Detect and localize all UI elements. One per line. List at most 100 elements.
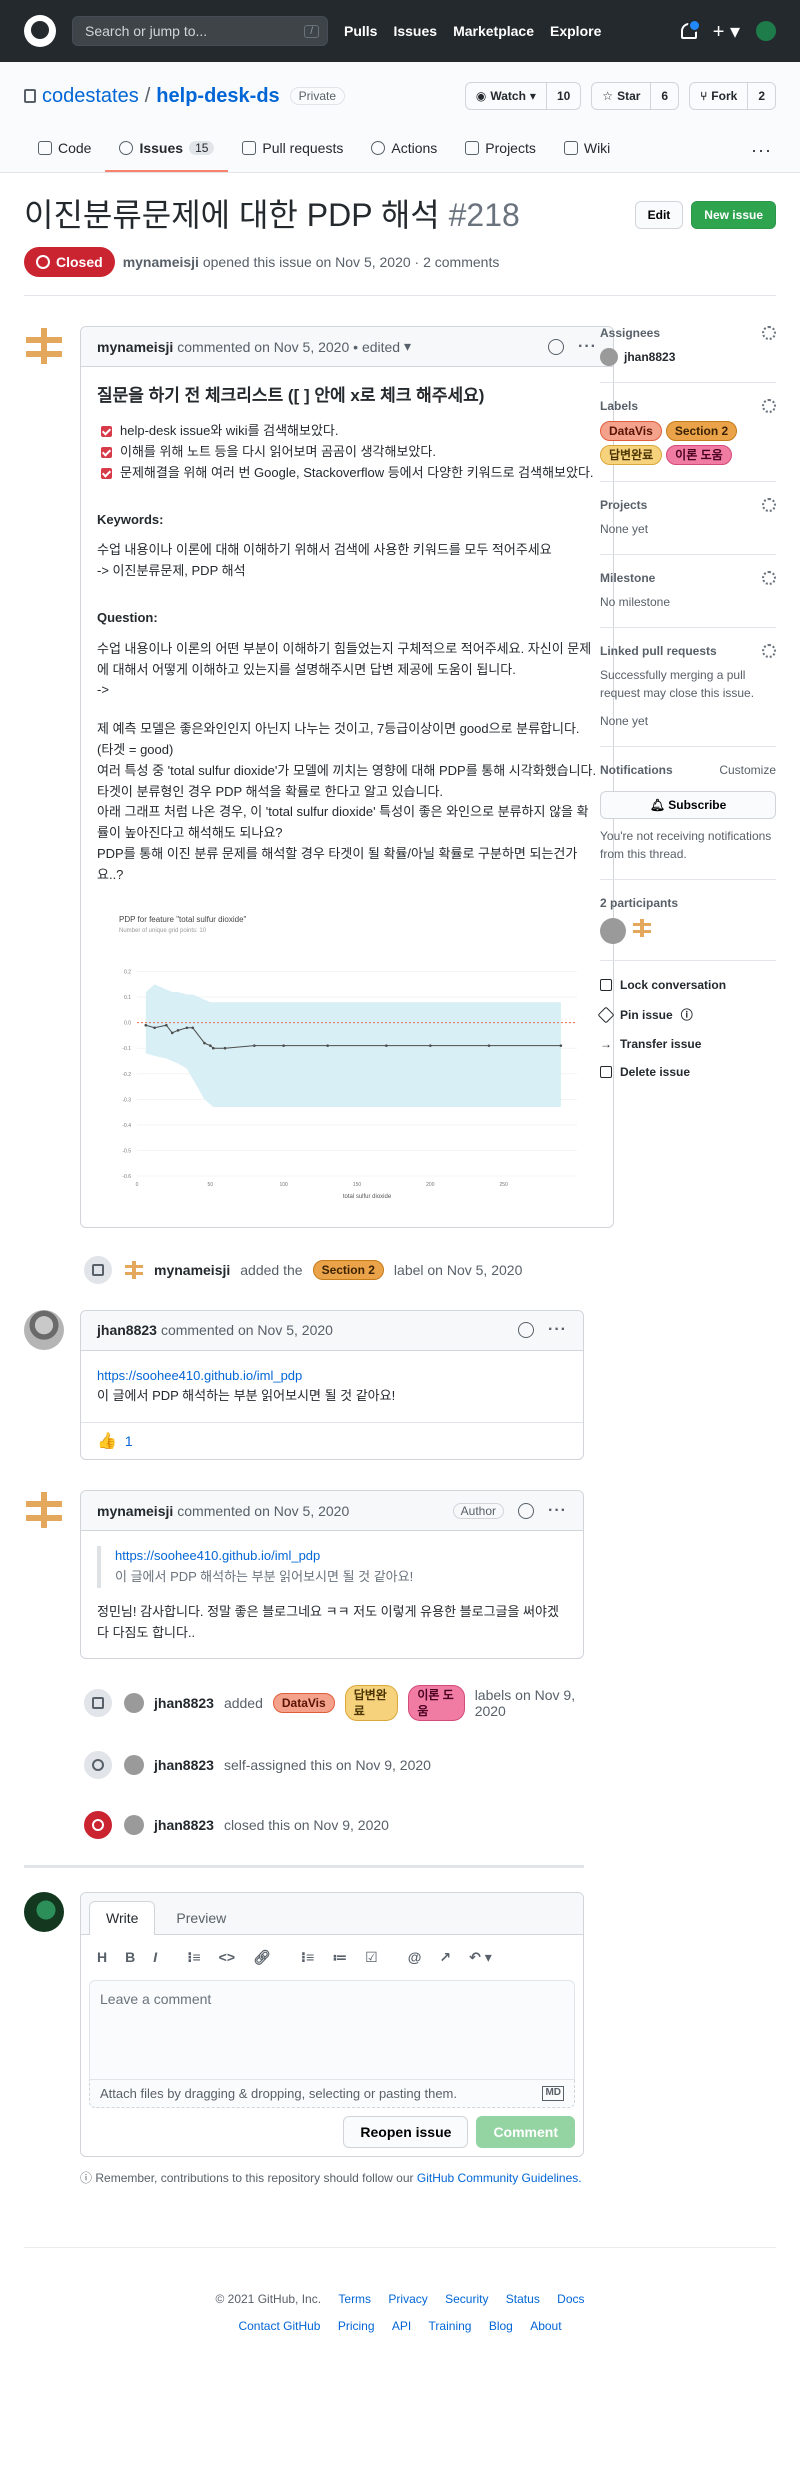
footer-link-status[interactable]: Status	[506, 2292, 540, 2306]
notifications-bell-icon[interactable]	[680, 19, 701, 39]
tab-actions[interactable]: Actions	[357, 130, 451, 172]
comment-author-link[interactable]: mynameisji	[97, 339, 173, 355]
fork-button[interactable]: ⑂ Fork 2	[689, 82, 776, 110]
reply-icon[interactable]: ↶ ▾	[469, 1949, 492, 1966]
comment-options-icon[interactable]: ···	[548, 1502, 567, 1520]
new-issue-button[interactable]: New issue	[691, 201, 776, 229]
footer-link-pricing[interactable]: Pricing	[338, 2319, 375, 2333]
quoted-link[interactable]: https://soohee410.github.io/iml_pdp	[115, 1548, 320, 1563]
tab-pull-requests[interactable]: Pull requests	[228, 130, 357, 172]
nav-marketplace[interactable]: Marketplace	[453, 23, 534, 39]
label-datavis[interactable]: DataVis	[600, 421, 662, 441]
gear-icon[interactable]	[762, 498, 776, 512]
repo-name-link[interactable]: help-desk-ds	[156, 85, 279, 108]
quote-icon[interactable]: ⁝≡	[187, 1949, 201, 1966]
avatar[interactable]	[124, 1755, 144, 1776]
reaction-count[interactable]: 1	[125, 1433, 133, 1449]
comment-meta[interactable]: commented on Nov 5, 2020 • edited	[177, 339, 400, 355]
link-icon[interactable]: 🔗︎	[253, 1949, 271, 1966]
footer-link-privacy[interactable]: Privacy	[388, 2292, 427, 2306]
markdown-icon[interactable]: MD	[542, 2086, 564, 2102]
footer-link-blog[interactable]: Blog	[489, 2319, 513, 2333]
footer-link-security[interactable]: Security	[445, 2292, 488, 2306]
heading-icon[interactable]: H	[97, 1949, 107, 1966]
tab-wiki[interactable]: Wiki	[550, 130, 624, 172]
footer-link-docs[interactable]: Docs	[557, 2292, 584, 2306]
assignee-link[interactable]: jhan8823	[624, 350, 675, 364]
comment-author-link[interactable]: mynameisji	[97, 1503, 173, 1519]
footer-link-about[interactable]: About	[530, 2319, 561, 2333]
nav-issues[interactable]: Issues	[393, 23, 437, 39]
comment-author-link[interactable]: jhan8823	[97, 1322, 157, 1338]
avatar[interactable]	[124, 1815, 144, 1836]
delete-issue-link[interactable]: Delete issue	[600, 1058, 776, 1086]
italic-icon[interactable]: I	[153, 1949, 157, 1966]
comment-options-icon[interactable]: ···	[578, 338, 597, 356]
cross-reference-icon[interactable]: ↗	[439, 1949, 451, 1966]
add-reaction-icon[interactable]	[548, 338, 565, 355]
gear-icon[interactable]	[762, 644, 776, 658]
nav-pulls[interactable]: Pulls	[344, 23, 377, 39]
nav-explore[interactable]: Explore	[550, 23, 601, 39]
customize-link[interactable]: Customize	[719, 763, 776, 777]
watch-button[interactable]: ◉ Watch ▾ 10	[464, 82, 582, 110]
fork-count[interactable]: 2	[748, 89, 775, 103]
footer-link-api[interactable]: API	[392, 2319, 411, 2333]
tab-preview[interactable]: Preview	[159, 1901, 243, 1934]
label-datavis[interactable]: DataVis	[272, 1693, 335, 1714]
avatar[interactable]	[124, 1693, 144, 1714]
code-icon[interactable]: <>	[219, 1949, 235, 1966]
event-actor-link[interactable]: jhan8823	[154, 1757, 214, 1773]
label-section-2[interactable]: Section 2	[312, 1259, 384, 1280]
mention-icon[interactable]: @	[408, 1949, 422, 1966]
comment-button[interactable]: Comment	[476, 2116, 575, 2149]
comment-textarea[interactable]: Leave a comment	[89, 1980, 575, 2081]
label-theory-help[interactable]: 이론 도움	[408, 1685, 465, 1722]
task-list-icon[interactable]: ☑	[365, 1949, 378, 1966]
star-count[interactable]: 6	[651, 89, 678, 103]
participant-avatar[interactable]	[600, 918, 626, 944]
tab-issues[interactable]: Issues 15	[105, 130, 229, 172]
issue-opener-link[interactable]: mynameisji	[123, 254, 199, 270]
edit-title-button[interactable]: Edit	[634, 201, 684, 229]
tab-code[interactable]: Code	[24, 130, 105, 172]
create-new-plus-icon[interactable]: + ▾	[713, 19, 740, 44]
comment-meta[interactable]: commented on Nov 5, 2020	[177, 1503, 349, 1519]
attach-files-area[interactable]: Attach files by dragging & dropping, sel…	[89, 2080, 575, 2109]
pdp-link[interactable]: https://soohee410.github.io/iml_pdp	[97, 1368, 302, 1383]
event-actor-link[interactable]: jhan8823	[154, 1695, 214, 1711]
transfer-issue-link[interactable]: → Transfer issue	[600, 1030, 776, 1058]
add-reaction-icon[interactable]	[518, 1502, 535, 1519]
lock-conversation-link[interactable]: Lock conversation	[600, 971, 776, 999]
label-section-2[interactable]: Section 2	[665, 421, 738, 441]
numbered-list-icon[interactable]: ≔	[332, 1949, 347, 1966]
event-actor-link[interactable]: mynameisji	[154, 1262, 230, 1278]
gear-icon[interactable]	[762, 399, 776, 413]
search-input[interactable]: Search or jump to... /	[72, 16, 328, 46]
gear-icon[interactable]	[762, 571, 776, 585]
pdp-chart-image[interactable]: PDP for feature "total sulfur dioxide" N…	[97, 906, 597, 1206]
footer-link-training[interactable]: Training	[429, 2319, 472, 2333]
footer-link-terms[interactable]: Terms	[338, 2292, 371, 2306]
thumbs-up-icon[interactable]: 👍	[97, 1431, 117, 1451]
bold-icon[interactable]: B	[125, 1949, 135, 1966]
star-button[interactable]: ☆ Star 6	[591, 82, 680, 110]
repo-owner-link[interactable]: codestates	[42, 85, 139, 108]
avatar[interactable]	[24, 326, 64, 366]
pin-issue-link[interactable]: Pin issue ⓘ	[597, 999, 776, 1030]
avatar[interactable]	[24, 1309, 64, 1350]
footer-link-contact[interactable]: Contact GitHub	[238, 2319, 320, 2333]
bulleted-list-icon[interactable]: ⁝≡	[301, 1949, 315, 1966]
gear-icon[interactable]	[762, 326, 776, 340]
more-tabs-icon[interactable]: ···	[747, 130, 776, 172]
community-guidelines-link[interactable]: GitHub Community Guidelines.	[417, 2171, 582, 2185]
event-actor-link[interactable]: jhan8823	[154, 1817, 214, 1833]
avatar[interactable]	[24, 1490, 64, 1530]
label-answered[interactable]: 답변완료	[600, 445, 663, 465]
avatar[interactable]	[600, 348, 618, 366]
participant-avatar[interactable]	[632, 918, 658, 944]
user-avatar-menu[interactable]	[756, 21, 776, 41]
watch-count[interactable]: 10	[547, 89, 580, 103]
subscribe-button[interactable]: 🔔︎ Subscribe	[600, 791, 776, 819]
comment-meta[interactable]: commented on Nov 5, 2020	[161, 1322, 333, 1338]
